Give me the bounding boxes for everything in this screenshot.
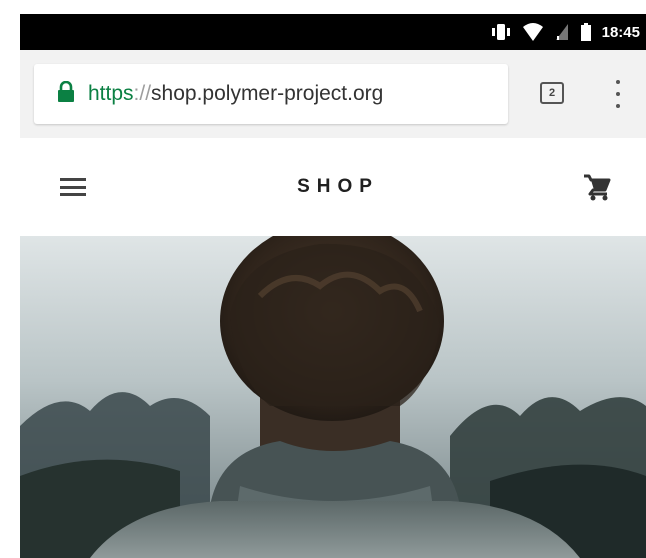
status-time: 18:45 <box>601 23 640 41</box>
menu-dot <box>616 92 620 96</box>
shop-title[interactable]: SHOP <box>20 176 646 198</box>
url-host: shop.polymer-project.org <box>151 82 384 105</box>
phone-screen: 18:45 https://shop.polymer-project.org 2 <box>0 0 646 558</box>
wifi-icon <box>522 22 544 42</box>
status-bar: 18:45 <box>20 14 646 50</box>
app-header: SHOP <box>20 138 646 236</box>
battery-icon <box>580 22 592 42</box>
url-text[interactable]: https://shop.polymer-project.org <box>88 82 383 106</box>
hero-image[interactable] <box>20 236 646 558</box>
hero-illustration <box>20 236 646 558</box>
vibrate-icon <box>490 22 512 42</box>
overflow-menu-icon[interactable] <box>612 80 624 108</box>
url-separator: :// <box>133 82 152 105</box>
tabs-icon[interactable]: 2 <box>540 82 564 104</box>
browser-toolbar: https://shop.polymer-project.org 2 <box>20 50 646 138</box>
menu-dot <box>616 80 620 84</box>
tab-count: 2 <box>548 87 556 99</box>
lock-icon <box>34 80 76 108</box>
url-bar[interactable]: https://shop.polymer-project.org <box>34 64 508 124</box>
menu-dot <box>616 104 620 108</box>
status-icons: 18:45 <box>490 20 640 44</box>
url-scheme: https <box>88 82 134 105</box>
signal-icon <box>554 22 570 42</box>
